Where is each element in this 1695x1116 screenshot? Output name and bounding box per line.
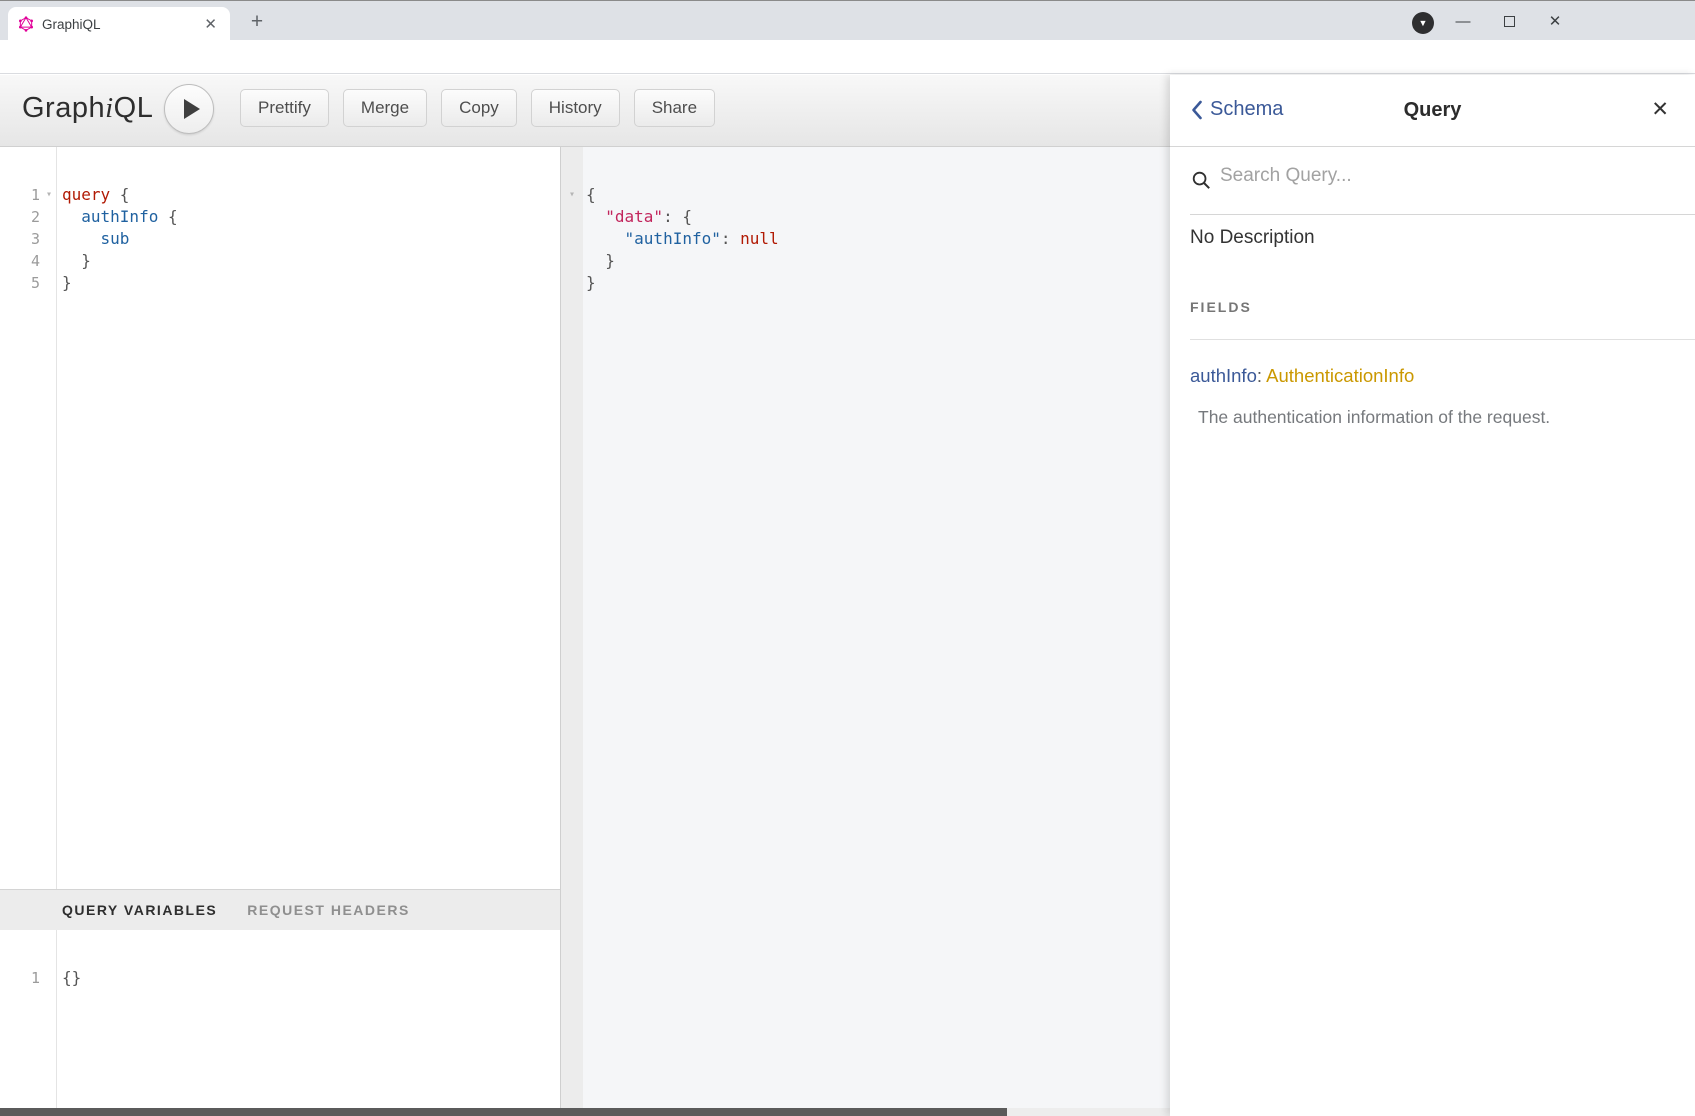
line-number: 2 [0,206,40,228]
line-number: 5 [0,272,40,294]
code-line: 1{} [0,967,560,989]
code-line: 5} [0,272,560,294]
variables-tab-bar: QUERY VARIABLES REQUEST HEADERS [0,889,560,930]
window-maximize-button[interactable] [1486,1,1532,41]
code-line: ▾{ [561,184,1170,206]
query-editor-lines[interactable]: 1▾query {2 authInfo {3 sub4 }5} [0,147,560,294]
field-name-link[interactable]: authInfo [1190,365,1257,386]
doc-search-row [1170,147,1695,215]
code-line: 1▾query { [0,184,560,206]
line-number: 1 [0,967,40,989]
toolbar-button-copy[interactable]: Copy [441,89,517,127]
doc-field-description: The authentication information of the re… [1198,407,1550,428]
fields-divider [1190,339,1695,340]
field-type-link[interactable]: AuthenticationInfo [1266,365,1414,386]
toolbar-buttons: Prettify Merge Copy History Share [240,89,715,127]
variables-editor[interactable]: 1{} [0,930,560,1116]
play-icon [184,99,200,119]
fold-arrow-icon[interactable]: ▾ [42,184,56,206]
horizontal-scrollbar[interactable] [0,1108,1170,1116]
doc-field-authinfo: authInfo: AuthenticationInfo [1190,365,1414,387]
toolbar-button-prettify[interactable]: Prettify [240,89,329,127]
code-line: 2 authInfo { [0,206,560,228]
graphiql-logo: GraphiQL [22,92,153,125]
browser-addressbar: ← → ⟳ localhost:3000/graphql ☆ [0,40,1695,74]
fold-arrow-icon[interactable]: ▾ [565,184,579,206]
query-editor[interactable]: 1▾query {2 authInfo {3 sub4 }5} QUERY VA… [0,147,560,1116]
toolbar-button-share[interactable]: Share [634,89,715,127]
variables-tab-query-variables[interactable]: QUERY VARIABLES [62,902,217,918]
horizontal-scrollbar-thumb[interactable] [0,1108,1007,1116]
doc-search-input[interactable] [1220,165,1640,187]
graphiql-toolbar: GraphiQL Prettify Merge Copy History Share [0,75,1170,147]
graphql-favicon-icon [18,16,34,32]
code-line: "data": { [561,206,1170,228]
code-line: "authInfo": null [561,228,1170,250]
variables-editor-lines[interactable]: 1{} [0,930,560,989]
search-underline [1190,214,1695,215]
doc-no-description: No Description [1190,227,1315,249]
line-number: 4 [0,250,40,272]
download-bubble-icon[interactable]: ▼ [1412,12,1434,34]
variables-tab-request-headers[interactable]: REQUEST HEADERS [247,902,410,918]
toolbar-button-merge[interactable]: Merge [343,89,427,127]
line-number: 1 [0,184,40,206]
code-line: } [561,272,1170,294]
doc-close-icon[interactable]: ✕ [1651,97,1669,122]
window-close-button[interactable]: ✕ [1532,1,1578,41]
tab-title: GraphiQL [42,17,201,32]
doc-explorer-header: Schema Query ✕ [1170,75,1695,147]
line-number: 3 [0,228,40,250]
new-tab-button[interactable]: + [243,9,271,37]
graphiql-app: GraphiQL Prettify Merge Copy History Share 1… [0,75,1695,1116]
window-minimize-button[interactable]: — [1440,1,1486,41]
execute-query-button[interactable] [164,84,214,134]
doc-title: Query [1170,99,1695,122]
tab-close-icon[interactable]: ✕ [201,15,220,33]
toolbar-button-history[interactable]: History [531,89,620,127]
doc-explorer-panel: Schema Query ✕ No Description FIELDS aut… [1170,75,1695,1116]
result-viewer-lines: ▾{ "data": { "authInfo": null }} [561,147,1170,294]
code-line: 3 sub [0,228,560,250]
browser-titlebar: GraphiQL ✕ + ▼ — ✕ [0,0,1695,40]
search-icon [1192,171,1211,190]
browser-tab[interactable]: GraphiQL ✕ [8,7,230,41]
result-viewer[interactable]: ▾{ "data": { "authInfo": null }} [560,147,1170,1116]
code-line: 4 } [0,250,560,272]
doc-fields-header: FIELDS [1190,299,1252,315]
code-line: } [561,250,1170,272]
